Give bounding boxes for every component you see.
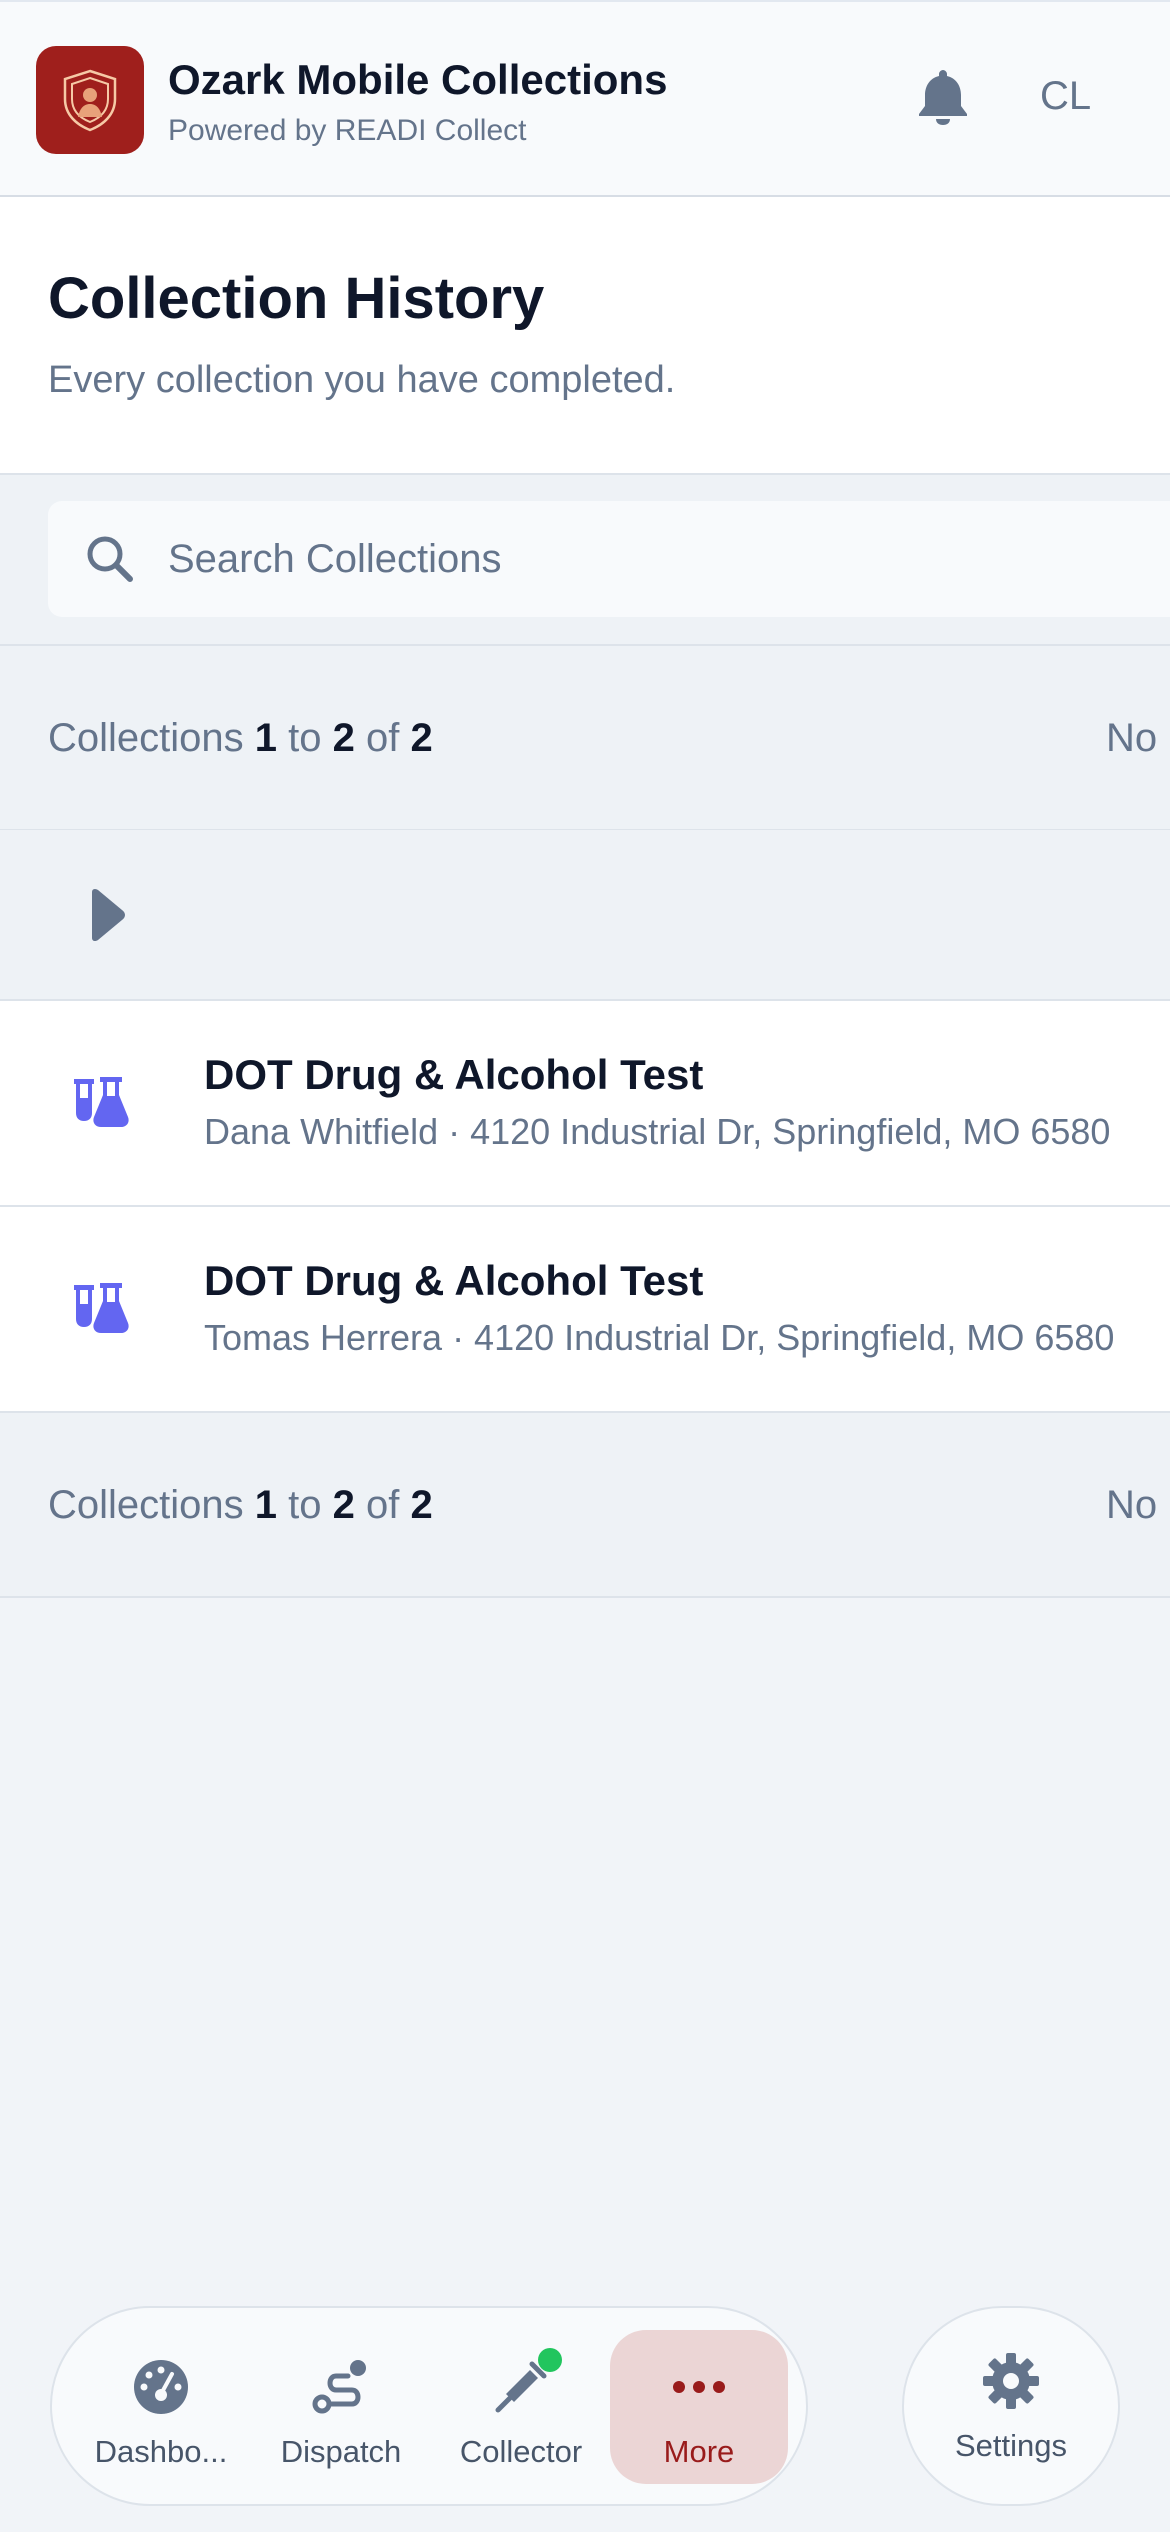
pagination-right-text: No xyxy=(1106,1483,1158,1527)
nav-item-label: Dashbo... xyxy=(94,2434,228,2469)
ellipsis-icon xyxy=(673,2381,725,2393)
notifications-button[interactable] xyxy=(912,64,974,130)
pagination-end: 2 xyxy=(332,716,355,760)
page-header: Collection History Every collection you … xyxy=(0,197,1170,475)
app-subtitle: Powered by READI Collect xyxy=(168,114,527,147)
pagination-start: 1 xyxy=(254,716,278,760)
collector-status-dot xyxy=(538,2348,562,2372)
nav-item-label: More xyxy=(663,2434,735,2469)
nav-item-label: Dispatch xyxy=(280,2434,402,2469)
app-logo[interactable] xyxy=(36,46,144,154)
pagination-summary: Collections 1 to 2 of 2 xyxy=(48,716,433,761)
collection-details: Tomas Herrera · 4120 Industrial Dr, Spri… xyxy=(204,1317,1115,1358)
nav-item-collector[interactable]: Collector xyxy=(432,2330,610,2484)
flask-vials-icon xyxy=(74,1077,129,1127)
nav-item-label: Settings xyxy=(954,2428,1067,2463)
gear-icon xyxy=(983,2353,1039,2409)
expand-row xyxy=(0,830,1170,1001)
user-avatar[interactable]: CL xyxy=(1040,74,1091,119)
nav-item-dispatch[interactable]: Dispatch xyxy=(252,2330,430,2484)
caret-right-icon[interactable] xyxy=(84,888,128,942)
bell-icon xyxy=(919,70,967,125)
pagination-top: Collections 1 to 2 of 2 No xyxy=(0,646,1170,831)
pagination-prefix: Collections xyxy=(48,716,244,760)
pagination-prefix: Collections xyxy=(48,1483,244,1527)
gauge-icon xyxy=(134,2360,188,2414)
pagination-right-text: No xyxy=(1106,716,1158,760)
flask-vials-icon xyxy=(74,1283,129,1333)
nav-item-settings[interactable]: Settings xyxy=(902,2306,1120,2506)
collection-details: Dana Whitfield · 4120 Industrial Dr, Spr… xyxy=(204,1111,1111,1152)
pagination-total: 2 xyxy=(410,716,433,760)
search-icon xyxy=(87,536,133,582)
nav-item-dashboard[interactable]: Dashbo... xyxy=(72,2330,250,2484)
collection-title: DOT Drug & Alcohol Test xyxy=(204,1257,704,1304)
pagination-of: of xyxy=(366,1483,400,1527)
pagination-total: 2 xyxy=(410,1483,433,1527)
pagination-end: 2 xyxy=(332,1483,355,1527)
search-field[interactable] xyxy=(48,501,1170,617)
page-subtitle: Every collection you have completed. xyxy=(48,359,676,401)
pagination-to: to xyxy=(288,1483,322,1527)
collection-row[interactable]: DOT Drug & Alcohol Test Dana Whitfield ·… xyxy=(0,1001,1170,1207)
route-icon xyxy=(312,2360,366,2414)
collection-row[interactable]: DOT Drug & Alcohol Test Tomas Herrera · … xyxy=(0,1207,1170,1413)
nav-item-label: Collector xyxy=(459,2434,583,2469)
pagination-summary: Collections 1 to 2 of 2 xyxy=(48,1483,433,1528)
pagination-bottom: Collections 1 to 2 of 2 No xyxy=(0,1413,1170,1598)
pagination-start: 1 xyxy=(254,1483,278,1527)
app-header: Ozark Mobile Collections Powered by READ… xyxy=(0,0,1170,197)
search-bar xyxy=(0,475,1170,646)
app-title: Ozark Mobile Collections xyxy=(168,56,668,103)
nav-item-more[interactable]: More xyxy=(610,2330,788,2484)
collection-title: DOT Drug & Alcohol Test xyxy=(204,1051,704,1098)
search-input[interactable] xyxy=(168,527,1068,591)
bottom-nav: Dashbo... Dispatch Collector More xyxy=(50,2306,808,2506)
pagination-of: of xyxy=(366,716,400,760)
page-title: Collection History xyxy=(48,266,545,331)
pagination-to: to xyxy=(288,716,322,760)
shield-person-logo-icon xyxy=(63,69,117,132)
